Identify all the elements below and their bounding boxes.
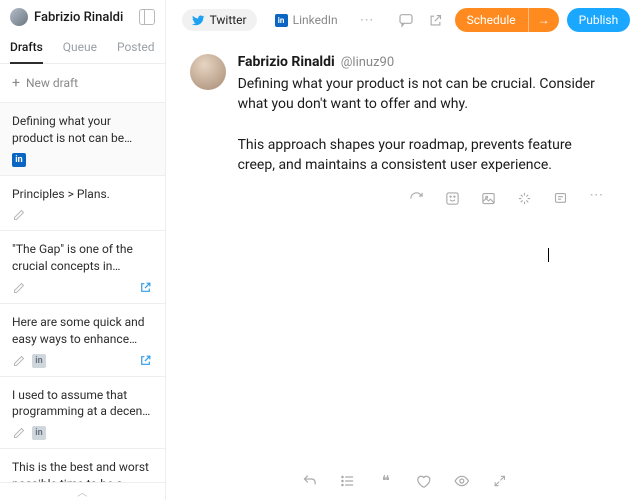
sidebar-header: Fabrizio Rinaldi xyxy=(0,0,165,34)
external-link-icon[interactable] xyxy=(139,281,153,295)
more-tools[interactable]: ⋯ xyxy=(585,187,608,209)
preview-icon[interactable] xyxy=(451,470,473,492)
user-name: Fabrizio Rinaldi xyxy=(34,10,133,25)
author-avatar xyxy=(190,54,226,90)
linkedin-icon: in xyxy=(32,354,46,368)
tab-drafts[interactable]: Drafts xyxy=(10,34,43,64)
author-handle: @linuz90 xyxy=(341,55,394,70)
pencil-icon xyxy=(12,354,26,368)
note-icon[interactable] xyxy=(549,187,571,209)
channel-linkedin[interactable]: in LinkedIn xyxy=(265,9,348,31)
pencil-icon xyxy=(12,281,26,295)
more-channels[interactable]: ⋯ xyxy=(356,12,379,28)
sparkle-icon[interactable] xyxy=(513,187,535,209)
linkedin-icon: in xyxy=(32,426,46,440)
drafts-list: Defining what your product is not can be… xyxy=(0,103,165,482)
twitter-icon xyxy=(192,14,205,27)
external-link-icon[interactable] xyxy=(139,354,153,368)
draft-item[interactable]: Principles > Plans. xyxy=(0,176,165,232)
channel-linkedin-label: LinkedIn xyxy=(293,13,338,27)
draft-item[interactable]: I used to assume that programming at a d… xyxy=(0,377,165,450)
panel-toggle-icon[interactable] xyxy=(139,9,155,25)
schedule-button[interactable]: Schedule xyxy=(455,8,528,32)
plus-icon: + xyxy=(12,76,20,90)
tab-posted[interactable]: Posted xyxy=(117,34,155,63)
channel-twitter[interactable]: Twitter xyxy=(182,9,257,31)
list-icon[interactable] xyxy=(337,470,359,492)
linkedin-icon: in xyxy=(275,14,288,27)
draft-item[interactable]: Defining what your product is not can be… xyxy=(0,103,165,176)
pencil-icon xyxy=(12,208,26,222)
schedule-dropdown[interactable]: → xyxy=(528,8,559,32)
quote-icon[interactable]: ❝ xyxy=(375,470,397,492)
sidebar-tabs: Drafts Queue Posted xyxy=(0,34,165,64)
comment-icon[interactable] xyxy=(395,9,417,31)
refresh-icon[interactable] xyxy=(405,187,427,209)
draft-item[interactable]: "The Gap" is one of the crucial concepts… xyxy=(0,231,165,304)
tab-queue[interactable]: Queue xyxy=(63,34,97,63)
sidebar: Fabrizio Rinaldi Drafts Queue Posted + N… xyxy=(0,0,166,500)
heart-icon[interactable] xyxy=(413,470,435,492)
reply-icon[interactable] xyxy=(299,470,321,492)
channel-twitter-label: Twitter xyxy=(210,13,247,27)
inline-toolbar: ⋯ xyxy=(166,175,640,209)
expand-icon[interactable] xyxy=(489,470,511,492)
publish-button[interactable]: Publish xyxy=(567,8,631,32)
share-icon[interactable] xyxy=(425,9,447,31)
emoji-icon[interactable] xyxy=(441,187,463,209)
post-text-input[interactable]: Defining what your product is not can be… xyxy=(238,74,607,175)
main-area: Twitter in LinkedIn ⋯ Schedule → Publish… xyxy=(166,0,640,500)
schedule-button-group: Schedule → xyxy=(455,8,559,32)
sidebar-collapse[interactable]: ︿ xyxy=(0,482,165,500)
draft-item[interactable]: This is the best and worst possible time… xyxy=(0,449,165,482)
linkedin-icon: in xyxy=(12,153,26,167)
topbar: Twitter in LinkedIn ⋯ Schedule → Publish xyxy=(166,0,640,40)
author-name: Fabrizio Rinaldi xyxy=(238,54,335,70)
image-icon[interactable] xyxy=(477,187,499,209)
bottom-toolbar: ❝ xyxy=(299,470,511,492)
user-avatar[interactable] xyxy=(10,8,28,26)
text-caret xyxy=(548,248,549,262)
new-draft-button[interactable]: + New draft xyxy=(0,64,165,103)
compose-area: Fabrizio Rinaldi @linuz90 Defining what … xyxy=(166,40,640,175)
pencil-icon xyxy=(12,426,26,440)
new-draft-label: New draft xyxy=(26,76,78,90)
draft-item[interactable]: Here are some quick and easy ways to enh… xyxy=(0,304,165,377)
